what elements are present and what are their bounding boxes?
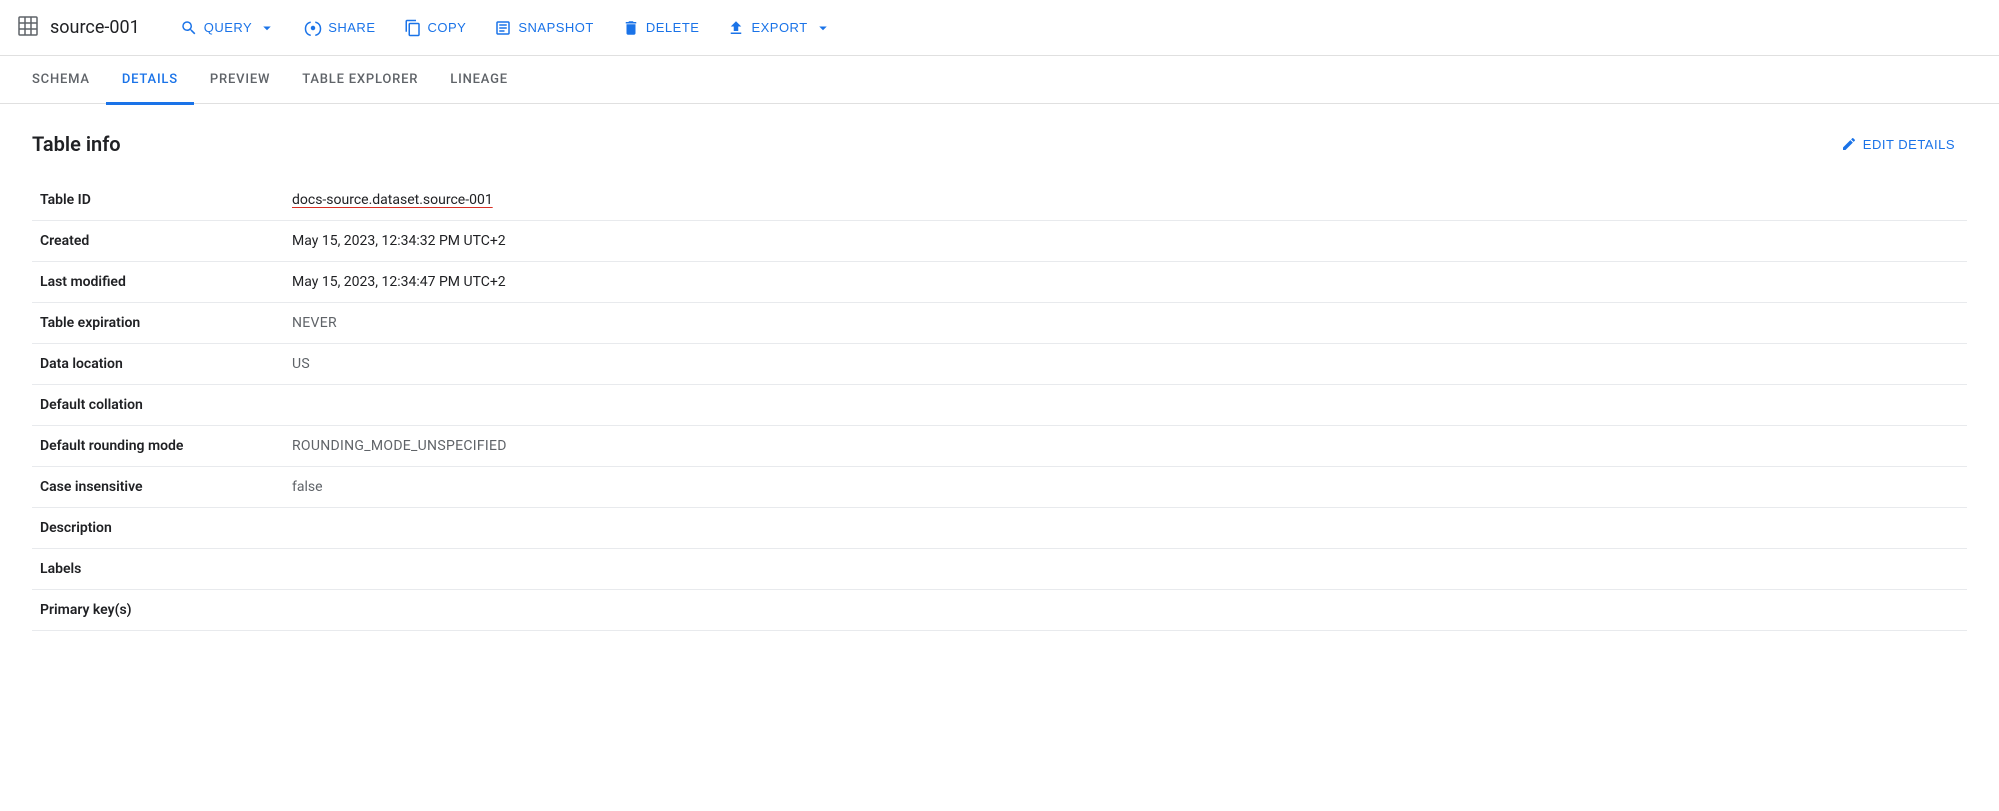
snapshot-icon: [494, 19, 512, 37]
table-info: Table ID docs-source.dataset.source-001 …: [32, 180, 1967, 631]
section-header: Table info EDIT DETAILS: [32, 128, 1967, 160]
table-row: Labels: [32, 549, 1967, 590]
delete-button[interactable]: DELETE: [610, 11, 712, 45]
table-row: Default collation: [32, 385, 1967, 426]
tabs-bar: SCHEMA DETAILS PREVIEW TABLE EXPLORER LI…: [0, 56, 1999, 104]
export-icon: [727, 19, 745, 37]
table-row: Primary key(s): [32, 590, 1967, 631]
delete-icon: [622, 19, 640, 37]
edit-icon: [1841, 136, 1857, 152]
table-row: Description: [32, 508, 1967, 549]
field-value: [252, 508, 1967, 549]
field-label: Data location: [32, 344, 252, 385]
field-label: Case insensitive: [32, 467, 252, 508]
field-value: US: [252, 344, 1967, 385]
tab-details[interactable]: DETAILS: [106, 57, 194, 105]
field-value: [252, 549, 1967, 590]
table-row: Default rounding mode ROUNDING_MODE_UNSP…: [32, 426, 1967, 467]
main-content: Table info EDIT DETAILS Table ID docs-so…: [0, 104, 1999, 655]
field-value: May 15, 2023, 12:34:47 PM UTC+2: [252, 262, 1967, 303]
chevron-down-icon: [258, 19, 276, 37]
table-row: Data location US: [32, 344, 1967, 385]
edit-details-button[interactable]: EDIT DETAILS: [1829, 128, 1967, 160]
field-label: Table ID: [32, 180, 252, 221]
field-value: NEVER: [252, 303, 1967, 344]
field-value: false: [252, 467, 1967, 508]
field-label: Description: [32, 508, 252, 549]
share-icon: [304, 19, 322, 37]
copy-button[interactable]: COPY: [392, 11, 479, 45]
query-button[interactable]: QUERY: [168, 11, 289, 45]
tab-preview[interactable]: PREVIEW: [194, 57, 286, 105]
field-label: Default rounding mode: [32, 426, 252, 467]
field-label: Last modified: [32, 262, 252, 303]
table-row: Last modified May 15, 2023, 12:34:47 PM …: [32, 262, 1967, 303]
tab-table-explorer[interactable]: TABLE EXPLORER: [286, 57, 434, 105]
table-row: Created May 15, 2023, 12:34:32 PM UTC+2: [32, 221, 1967, 262]
field-label: Default collation: [32, 385, 252, 426]
table-row: Case insensitive false: [32, 467, 1967, 508]
toolbar-title-area: source-001: [16, 14, 140, 42]
export-button[interactable]: EXPORT: [715, 11, 843, 45]
field-value: docs-source.dataset.source-001: [252, 180, 1967, 221]
share-button[interactable]: SHARE: [292, 11, 387, 45]
field-label: Created: [32, 221, 252, 262]
field-value: [252, 590, 1967, 631]
page-title: source-001: [50, 17, 140, 38]
field-label: Labels: [32, 549, 252, 590]
tab-schema[interactable]: SCHEMA: [16, 57, 106, 105]
field-label: Table expiration: [32, 303, 252, 344]
tab-lineage[interactable]: LINEAGE: [434, 57, 524, 105]
field-value: May 15, 2023, 12:34:32 PM UTC+2: [252, 221, 1967, 262]
field-label: Primary key(s): [32, 590, 252, 631]
search-icon: [180, 19, 198, 37]
copy-icon: [404, 19, 422, 37]
snapshot-button[interactable]: SNAPSHOT: [482, 11, 606, 45]
table-row: Table expiration NEVER: [32, 303, 1967, 344]
toolbar: source-001 QUERY SHARE COPY SNAPSHOT: [0, 0, 1999, 56]
field-value: ROUNDING_MODE_UNSPECIFIED: [252, 426, 1967, 467]
chevron-down-icon: [814, 19, 832, 37]
section-title: Table info: [32, 132, 121, 156]
field-value: [252, 385, 1967, 426]
table-row: Table ID docs-source.dataset.source-001: [32, 180, 1967, 221]
table-grid-icon: [16, 14, 40, 42]
